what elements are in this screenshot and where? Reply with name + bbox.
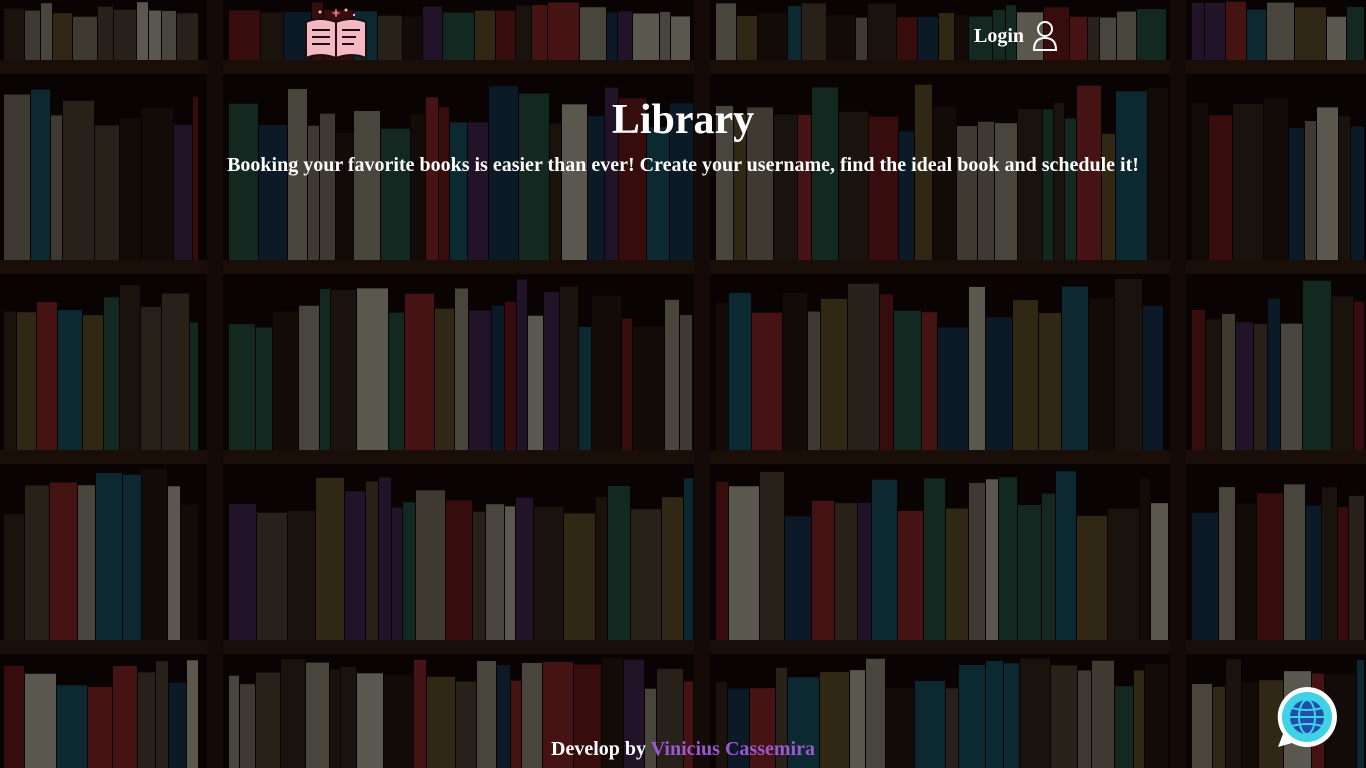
login-label: Login xyxy=(974,24,1025,47)
author-link[interactable]: Vinicius Cassemira xyxy=(651,738,815,760)
page-title: Library xyxy=(611,97,755,143)
user-icon xyxy=(1033,21,1058,51)
globe-chat-icon[interactable] xyxy=(1274,684,1340,750)
footer-credit: Develop by Vinicius Cassemira xyxy=(0,738,1366,761)
page-subtitle: Booking your favorite books is easier th… xyxy=(227,154,1139,176)
page: Login Library Booking your favorite book… xyxy=(0,0,1366,768)
open-book-icon[interactable] xyxy=(300,6,372,64)
footer-prefix: Develop by xyxy=(551,738,647,760)
login-button[interactable]: Login xyxy=(974,20,1058,52)
